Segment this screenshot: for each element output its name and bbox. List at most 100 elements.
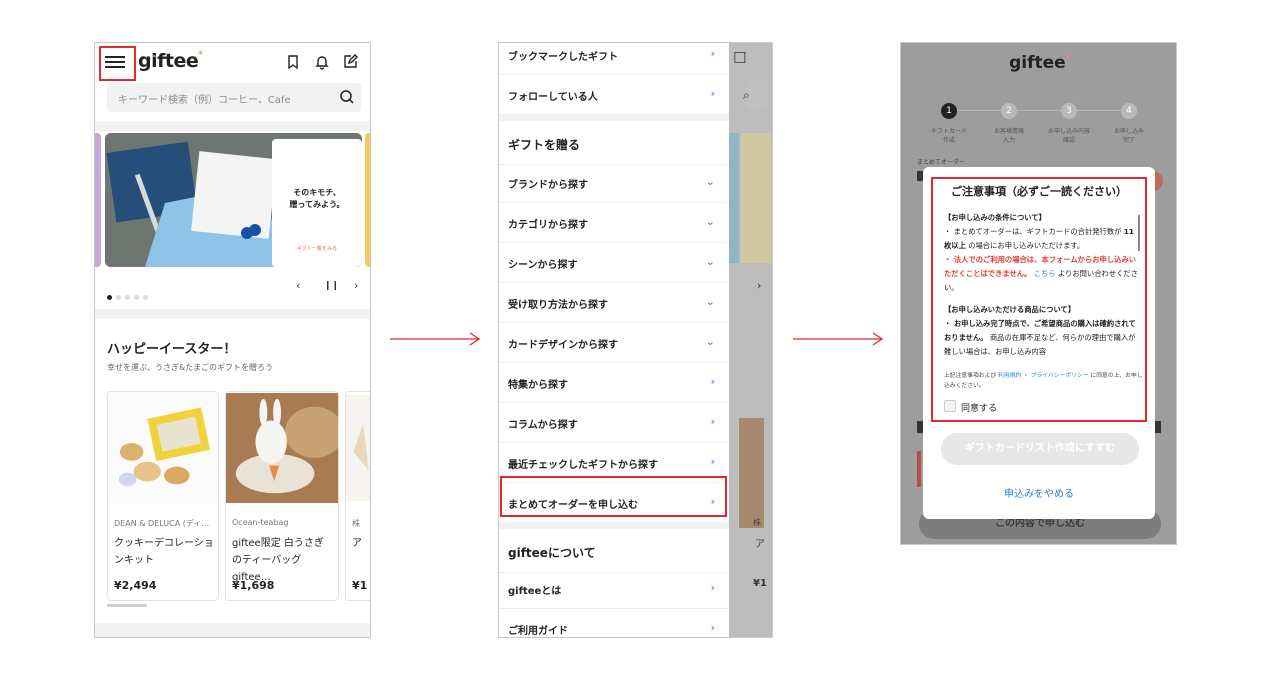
menu-item-category[interactable]: カテゴリから探す ⌄ (499, 203, 729, 243)
product-card[interactable]: DEAN & DELUCA (ディ… クッキーデコレーションキット ¥2,494 (107, 391, 219, 601)
notice-item: ・ まとめてオーダーは、ギフトカードの合計発行数が 11枚以上 の場合にお申し込… (944, 227, 1134, 250)
agree-checkbox[interactable] (944, 400, 956, 412)
chevron-down-icon: ⌄ (705, 215, 715, 228)
carousel-dots[interactable] (107, 285, 152, 304)
search-icon: ⌕ (743, 88, 750, 102)
banner-link[interactable]: ギフト一覧をみる (272, 245, 362, 252)
chevron-right-icon: › (710, 87, 715, 100)
section-title: ハッピーイースター！ (107, 342, 237, 357)
chevron-right-icon: › (710, 621, 715, 634)
giftee-logo[interactable]: giftee* (138, 50, 203, 72)
contact-link[interactable]: こちら (1034, 269, 1056, 278)
giftee-logo: giftee* (1009, 53, 1070, 73)
chevron-right-icon: › (710, 495, 715, 508)
menu-item-what-is-giftee[interactable]: gifteeとは › (499, 569, 729, 609)
background-product (739, 418, 764, 528)
step-label: お申し込み内容 確認 (1047, 128, 1090, 144)
product-brand: 株 (352, 519, 360, 528)
step-label: お申し込み 完了 (1113, 128, 1144, 144)
step-4: 4 (1121, 103, 1137, 119)
product-image (346, 394, 370, 502)
product-card[interactable]: 株 ア ¥1 (345, 391, 370, 601)
menu-item-scene[interactable]: シーンから探す ⌄ (499, 243, 729, 283)
notice-item: ・ お申し込み完了時点で、ご希望商品の購入は確約されておりません。 商品の在庫不… (944, 319, 1136, 356)
background-error-text (917, 451, 921, 487)
carousel-next-icon[interactable]: › (354, 279, 358, 292)
menu-item-bulk-order[interactable]: まとめてオーダーを申し込む › (499, 483, 729, 523)
menu-item-features[interactable]: 特集から探す › (499, 363, 729, 403)
cookie-kit-image (108, 393, 218, 503)
order-label: まとめてオーダー (917, 159, 966, 166)
banner-text: そのキモチ、 贈ってみよう。 (289, 188, 345, 209)
step-connector (957, 110, 1001, 111)
step-1: 1 (941, 103, 957, 119)
menu-item-guide[interactable]: ご利用ガイド › (499, 609, 729, 637)
screen-home: giftee* キーワード検索（例）コーヒー、Cafe そのキモチ、 贈ってみよ… (94, 42, 371, 638)
edit-icon: ☐ (733, 49, 747, 67)
proceed-button[interactable]: ギフトカードリスト作成にすすむ (941, 433, 1139, 465)
bookmark-icon[interactable] (285, 54, 301, 70)
step-2: 2 (1001, 103, 1017, 119)
banner-next-peek[interactable] (365, 133, 370, 267)
notice-item: ・ 法人でのご利用の場合は、本フォームからお申し込みいただくことはできません。 … (944, 255, 1139, 292)
divider (95, 121, 370, 131)
carousel-scrollbar[interactable] (107, 604, 147, 607)
background-banner (729, 133, 739, 263)
chevron-down-icon: ⌄ (705, 255, 715, 268)
menu-section-send-gift: ギフトを贈る (499, 121, 729, 165)
section-subtitle: 幸せを運ぶ、うさぎ&たまごのギフトを贈ろう (107, 363, 273, 372)
side-menu: ブックマークしたギフト › フォローしている人 › ギフトを贈る ブランドから探… (499, 43, 729, 637)
modal-scrollbar[interactable] (1138, 215, 1140, 251)
menu-item-receive-method[interactable]: 受け取り方法から探す ⌄ (499, 283, 729, 323)
chevron-down-icon: ⌄ (705, 295, 715, 308)
menu-item-recent[interactable]: 最近チェックしたギフトから探す › (499, 443, 729, 483)
notice-body[interactable]: 【お申し込みの条件について】 ・ まとめてオーダーは、ギフトカードの合計発行数が… (944, 211, 1140, 359)
step-label: ギフトカード 作成 (930, 128, 967, 144)
privacy-link[interactable]: プライバシーポリシー (1031, 373, 1089, 379)
edit-icon[interactable] (342, 54, 358, 70)
menu-item-following[interactable]: フォローしている人 › (499, 75, 729, 115)
search-input[interactable]: キーワード検索（例）コーヒー、Cafe (107, 83, 361, 112)
product-name: ア (352, 538, 362, 549)
chevron-right-icon: › (710, 47, 715, 60)
cancel-link[interactable]: 申込みをやめる (923, 485, 1155, 500)
product-price: ¥2,494 (114, 579, 157, 592)
agree-label[interactable]: 同意する (961, 401, 997, 414)
divider (95, 309, 370, 319)
background-brand: 株 (753, 518, 761, 527)
bell-icon[interactable] (314, 54, 330, 70)
search-placeholder: キーワード検索（例）コーヒー、Cafe (118, 95, 291, 106)
carousel-prev-icon[interactable]: ‹ (296, 279, 300, 292)
step-3: 3 (1061, 103, 1077, 119)
step-connector (1017, 110, 1061, 111)
banner-prev-peek[interactable] (95, 133, 101, 267)
carousel-pause-icon[interactable]: ❙❙ (324, 281, 339, 291)
step-label: お客様情報 入力 (993, 128, 1024, 144)
menu-item-card-design[interactable]: カードデザインから探す ⌄ (499, 323, 729, 363)
screen-bulk-order: giftee* 1 2 3 4 ギフトカード 作成 お客様情報 入力 お申し込み… (900, 42, 1177, 545)
background-search (747, 81, 767, 109)
rabbit-teabag-image (226, 392, 338, 504)
product-card[interactable]: Ocean-teabag giftee限定 白うさぎのティーバッグgiftee…… (225, 391, 339, 601)
notice-modal: ご注意事項（必ずご一読ください） 【お申し込みの条件について】 ・ まとめてオー… (923, 167, 1155, 519)
banner-card: そのキモチ、 贈ってみよう。 ギフト一覧をみる (272, 139, 362, 267)
background-name: ア (755, 539, 765, 550)
menu-item-brand[interactable]: ブランドから探す ⌄ (499, 163, 729, 203)
chevron-right-icon: › (710, 375, 715, 388)
product-brand: Ocean-teabag (232, 518, 289, 527)
menu-item-bookmarks[interactable]: ブックマークしたギフト › (499, 43, 729, 75)
app-header: giftee* (95, 43, 370, 81)
notice-heading: 【お申し込みいただける商品について】 (944, 305, 1076, 314)
arrow-right-icon (793, 332, 884, 346)
search-icon[interactable] (339, 89, 355, 105)
menu-item-columns[interactable]: コラムから探す › (499, 403, 729, 443)
arrow-right-icon (390, 332, 481, 346)
hero-banner[interactable]: そのキモチ、 贈ってみよう。 ギフト一覧をみる (105, 133, 362, 267)
chevron-down-icon: ⌄ (705, 175, 715, 188)
menu-icon[interactable] (105, 53, 125, 71)
product-brand: DEAN & DELUCA (ディ… (114, 519, 210, 528)
divider (95, 623, 370, 637)
terms-link[interactable]: 利用規約 (998, 373, 1021, 379)
chevron-down-icon: ⌄ (705, 335, 715, 348)
background-text-fragment (1155, 421, 1161, 433)
